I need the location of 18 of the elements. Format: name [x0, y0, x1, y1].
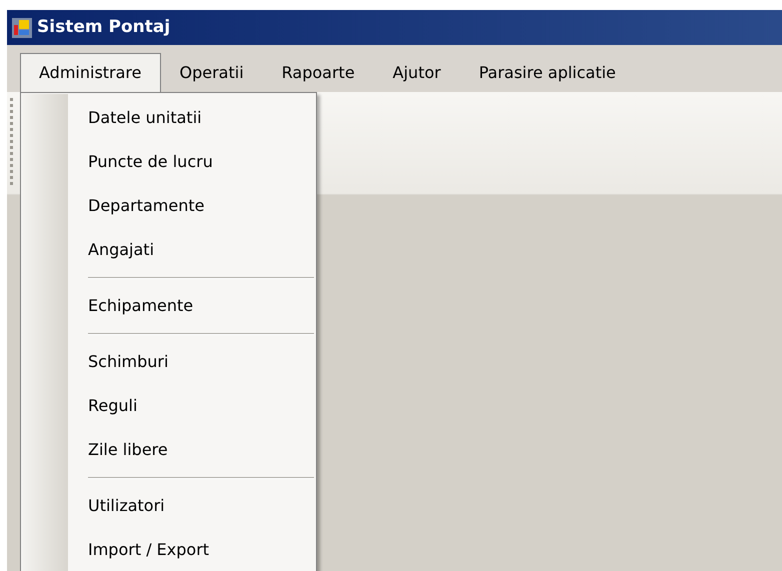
menu-item[interactable]: Ajutor: [374, 53, 460, 92]
app-icon: [11, 16, 33, 38]
menu-item[interactable]: Utilizatori: [68, 484, 316, 528]
menu-item[interactable]: Import / Export: [68, 528, 316, 571]
menu-item[interactable]: Schimburi: [68, 340, 316, 384]
menu-item[interactable]: Angajati: [68, 228, 316, 272]
menu-item[interactable]: Departamente: [68, 184, 316, 228]
menu-item[interactable]: Reguli: [68, 384, 316, 428]
menu-item[interactable]: Operatii: [160, 53, 263, 92]
menu-item[interactable]: Zile libere: [68, 428, 316, 472]
window-title: Sistem Pontaj: [37, 16, 170, 39]
menu-item[interactable]: Echipamente: [68, 284, 316, 328]
menu-item[interactable]: Parasire aplicatie: [460, 53, 635, 92]
menu-item[interactable]: Rapoarte: [262, 53, 374, 92]
menu-item[interactable]: Puncte de lucru: [68, 140, 316, 184]
menu-item[interactable]: Administrare: [20, 53, 160, 92]
toolbar-grip[interactable]: [10, 98, 13, 188]
menu-item[interactable]: Datele unitatii: [68, 96, 316, 140]
